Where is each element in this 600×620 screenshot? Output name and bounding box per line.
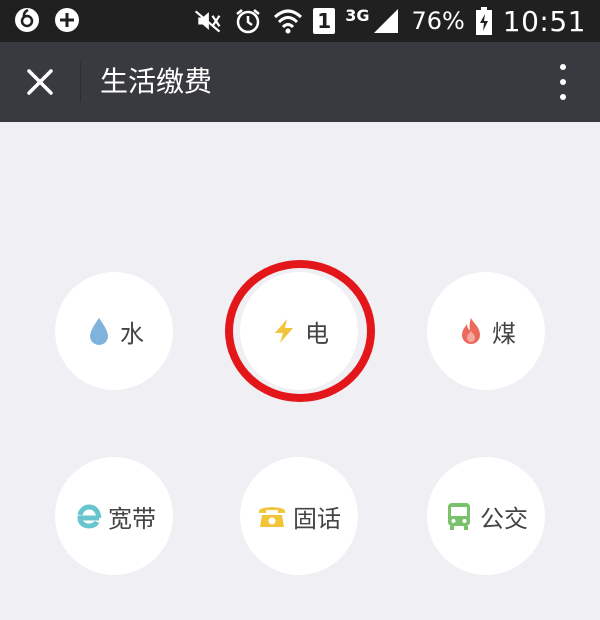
service-label: 固话 xyxy=(293,504,341,533)
service-electricity-button[interactable]: 电 xyxy=(240,272,358,390)
flame-icon xyxy=(456,316,486,346)
more-dot-icon xyxy=(560,64,566,70)
battery-percent: 76% xyxy=(411,7,465,35)
page-title: 生活缴费 xyxy=(100,65,213,98)
water-drop-icon xyxy=(84,316,114,346)
status-bar: 1 3G 76% 10:51 xyxy=(0,0,600,42)
mute-vibrate-icon xyxy=(193,6,223,36)
service-label: 煤 xyxy=(492,319,516,348)
lightning-icon xyxy=(269,316,299,346)
nav-bar: 生活缴费 xyxy=(0,42,600,122)
sim-badge: 1 xyxy=(313,8,336,34)
alarm-clock-icon xyxy=(233,6,263,36)
more-options-button[interactable] xyxy=(556,64,570,100)
more-dot-icon xyxy=(560,94,566,100)
battery-charging-icon xyxy=(475,6,493,36)
service-label: 公交 xyxy=(480,504,528,533)
clock: 10:51 xyxy=(502,4,586,38)
netease-music-icon xyxy=(12,5,42,35)
bus-icon xyxy=(444,501,474,531)
service-water-button[interactable]: 水 xyxy=(55,272,173,390)
network-type: 3G xyxy=(345,6,370,25)
service-gas-button[interactable]: 煤 xyxy=(427,272,545,390)
service-label: 宽带 xyxy=(108,504,156,533)
close-button[interactable] xyxy=(20,62,60,102)
close-icon xyxy=(27,69,53,95)
service-bus-button[interactable]: 公交 xyxy=(427,457,545,575)
service-label: 电 xyxy=(305,319,329,348)
browser-e-icon xyxy=(72,501,102,531)
service-broadband-button[interactable]: 宽带 xyxy=(55,457,173,575)
wifi-icon xyxy=(273,6,303,36)
signal-strength-icon xyxy=(371,6,401,36)
service-landline-button[interactable]: 固话 xyxy=(240,457,358,575)
service-label: 水 xyxy=(120,319,144,348)
page: 1 3G 76% 10:51 生活缴费 水 电 煤 宽带 固话 公交 xyxy=(0,0,600,620)
telephone-icon xyxy=(257,501,287,531)
add-circle-icon xyxy=(52,5,82,35)
nav-divider xyxy=(80,62,81,102)
more-dot-icon xyxy=(560,79,566,85)
